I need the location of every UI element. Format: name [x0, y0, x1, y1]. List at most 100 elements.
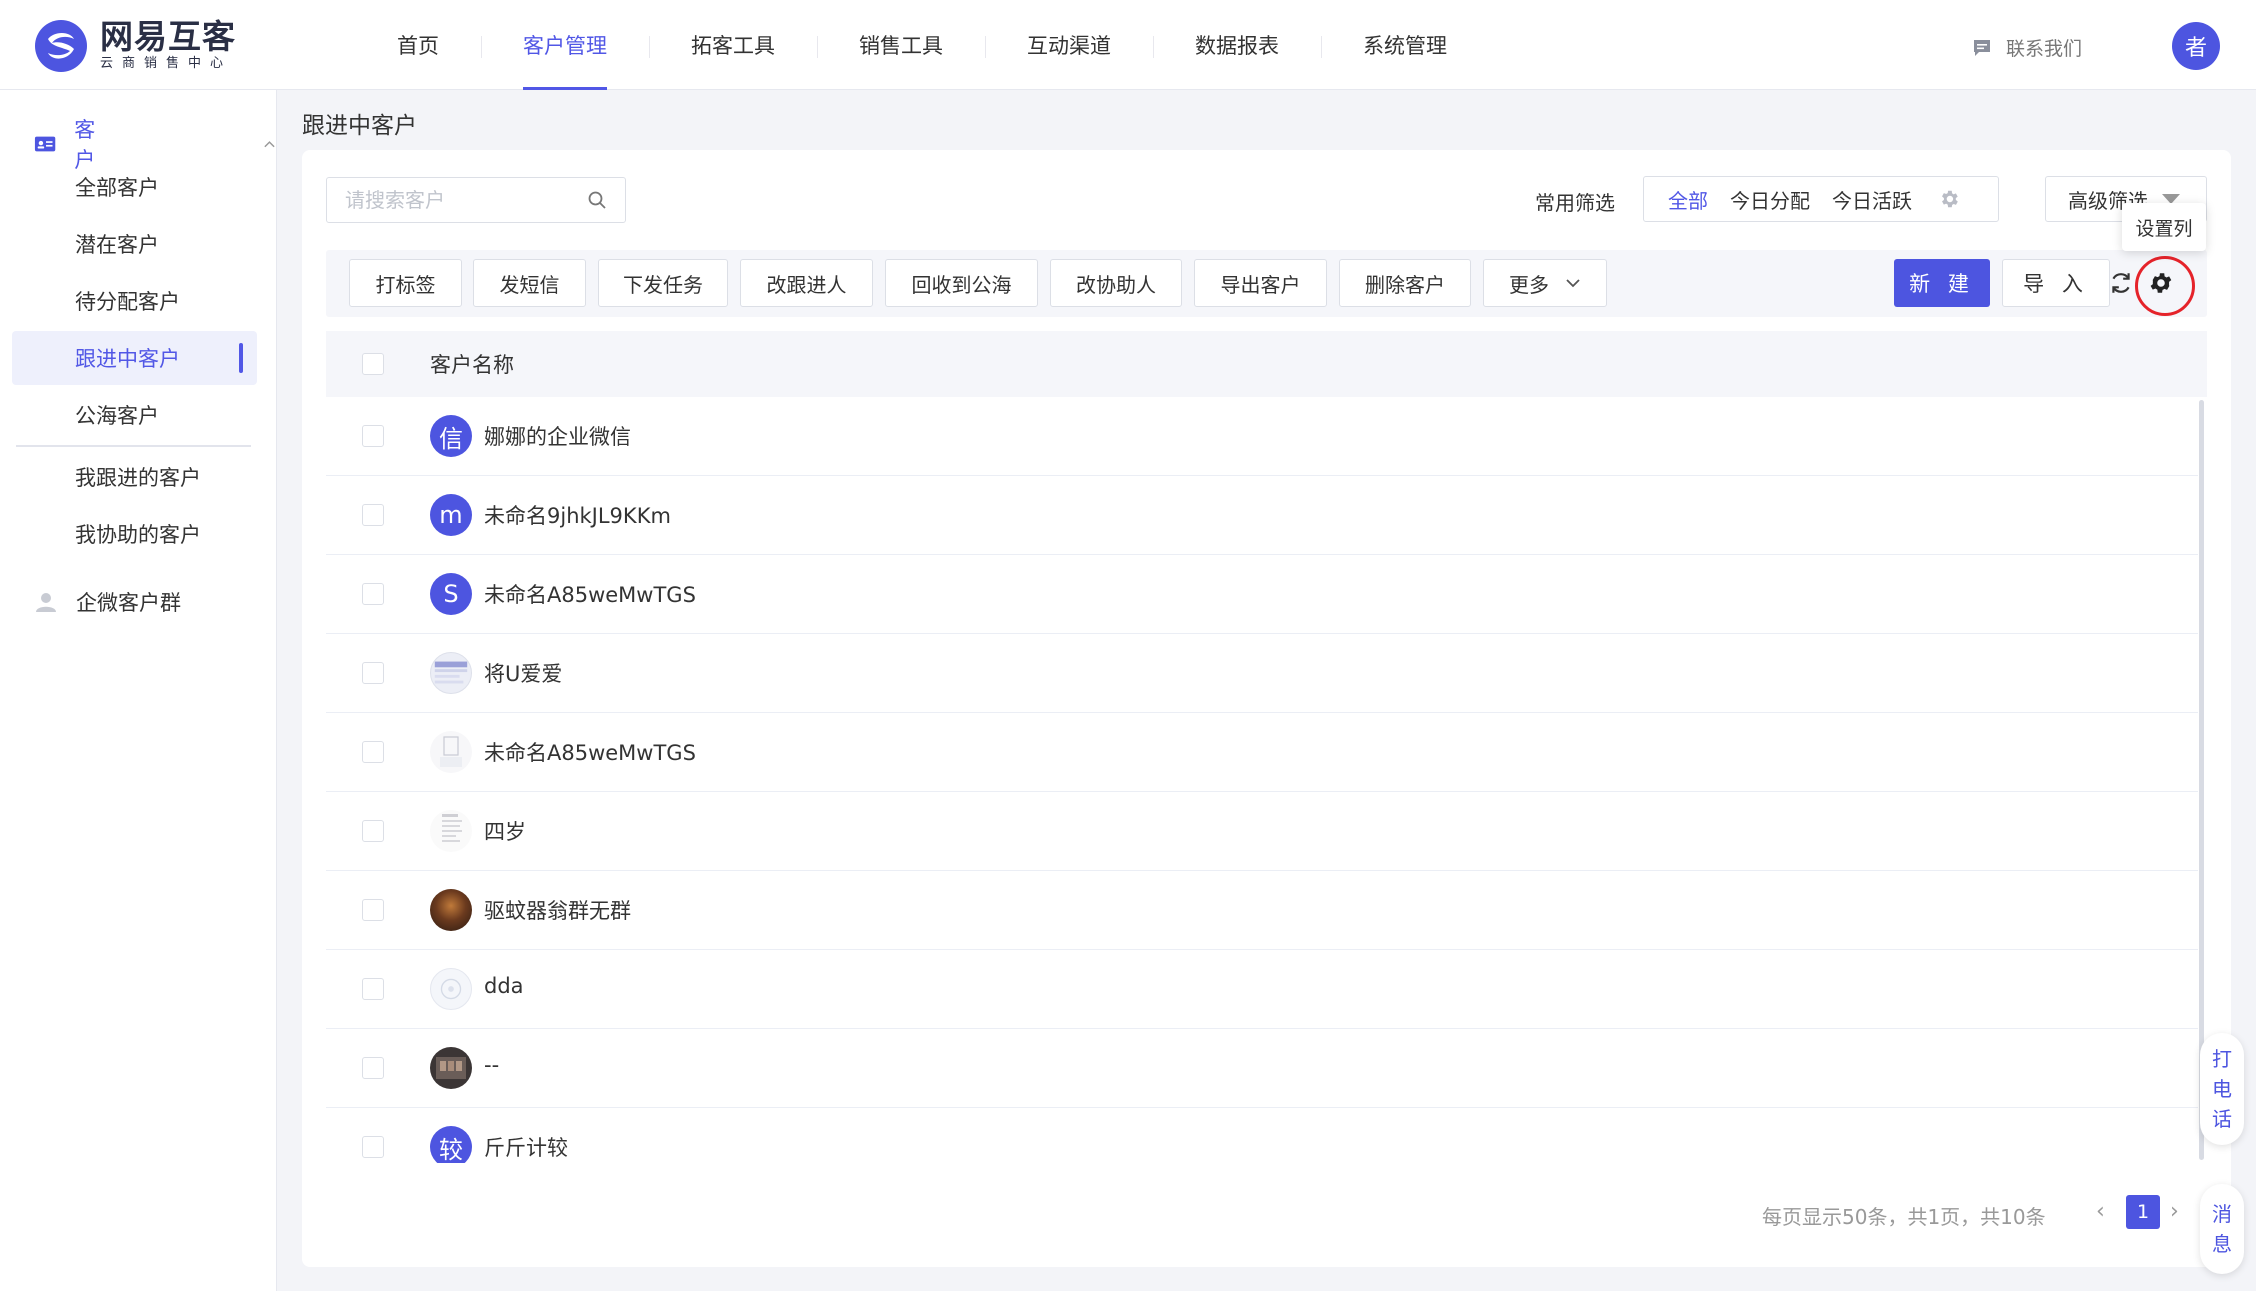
import-button[interactable]: 导 入	[2002, 259, 2110, 307]
message-floating-button[interactable]: 消 息	[2200, 1184, 2244, 1274]
customer-name[interactable]: 斤斤计较	[484, 1132, 568, 1162]
pagination-info: 每页显示50条，共1页，共10条	[1762, 1205, 2046, 1229]
call-floating-button[interactable]: 打 电 话	[2200, 1033, 2244, 1145]
column-header-customer-name: 客户名称	[430, 353, 514, 377]
row-checkbox[interactable]	[362, 1136, 384, 1158]
table-row[interactable]: 信 娜娜的企业微信	[326, 397, 2198, 476]
select-all-checkbox[interactable]	[362, 353, 384, 375]
nav-home[interactable]: 首页	[355, 0, 481, 90]
customer-name[interactable]: 娜娜的企业微信	[484, 421, 631, 451]
logo[interactable]: 网易互客 云商销售中心	[34, 18, 236, 74]
sidebar-item-following-customers[interactable]: 跟进中客户	[12, 331, 257, 385]
message-label-char: 消	[2212, 1202, 2232, 1226]
row-checkbox[interactable]	[362, 899, 384, 921]
search-input[interactable]	[345, 188, 575, 212]
next-page-icon[interactable]: ›	[2170, 1199, 2179, 1224]
filter-settings-icon[interactable]	[1938, 188, 1960, 210]
table-body: 信 娜娜的企业微信 m 未命名9jhkJL9KKm S 未命名A85weMwTG…	[0, 397, 2256, 1163]
change-assistant-button[interactable]: 改协助人	[1050, 259, 1182, 307]
change-follower-button[interactable]: 改跟进人	[740, 259, 873, 307]
chevron-up-icon	[264, 141, 275, 148]
table-row[interactable]: m 未命名9jhkJL9KKm	[326, 476, 2198, 555]
user-avatar[interactable]: 者	[2172, 22, 2220, 70]
customer-name[interactable]: --	[484, 1053, 499, 1077]
customer-name[interactable]: 将U爱爱	[484, 658, 562, 688]
table-row[interactable]: 未命名A85weMwTGS	[326, 713, 2198, 792]
search-icon[interactable]	[587, 190, 607, 210]
customer-avatar-image	[430, 810, 472, 852]
customer-avatar: 较	[430, 1126, 472, 1163]
table-row[interactable]: 驱蚊器翁群无群	[326, 871, 2198, 950]
sidebar-item-pending-assignment[interactable]: 待分配客户	[12, 274, 257, 328]
recycle-to-pool-button[interactable]: 回收到公海	[885, 259, 1038, 307]
filter-today-active[interactable]: 今日活跃	[1832, 185, 1912, 214]
delete-customers-button[interactable]: 删除客户	[1339, 259, 1471, 307]
customer-avatar-image	[430, 731, 472, 773]
row-checkbox[interactable]	[362, 425, 384, 447]
customer-name[interactable]: dda	[484, 974, 524, 998]
common-filter-group: 全部 今日分配 今日活跃	[1643, 176, 1999, 222]
call-label-char: 电	[2212, 1077, 2232, 1101]
row-checkbox[interactable]	[362, 820, 384, 842]
call-label-char: 打	[2212, 1047, 2232, 1071]
sidebar-item-all-customers[interactable]: 全部客户	[12, 160, 257, 214]
customer-name[interactable]: 未命名9jhkJL9KKm	[484, 500, 671, 530]
id-card-icon	[34, 136, 56, 152]
chat-icon	[1974, 39, 1990, 56]
row-checkbox[interactable]	[362, 741, 384, 763]
send-sms-button[interactable]: 发短信	[473, 259, 586, 307]
filter-today-assigned[interactable]: 今日分配	[1730, 185, 1810, 214]
contact-us-link[interactable]: 联系我们	[1972, 34, 2082, 61]
customer-avatar-image	[430, 889, 472, 931]
customer-avatar: S	[430, 573, 472, 615]
filter-all[interactable]: 全部	[1668, 185, 1708, 214]
highlight-circle	[2135, 256, 2195, 316]
new-customer-button[interactable]: 新 建	[1894, 259, 1990, 307]
main-nav: 首页 客户管理 拓客工具 销售工具 互动渠道 数据报表 系统管理	[355, 0, 1489, 90]
customer-name[interactable]: 四岁	[484, 816, 526, 846]
nav-interaction-channels[interactable]: 互动渠道	[985, 0, 1153, 90]
row-checkbox[interactable]	[362, 978, 384, 1000]
prev-page-icon[interactable]: ‹	[2096, 1199, 2105, 1224]
tag-button[interactable]: 打标签	[349, 259, 462, 307]
logo-name: 网易互客	[100, 17, 236, 56]
nav-acquisition-tools[interactable]: 拓客工具	[649, 0, 817, 90]
top-header: 网易互客 云商销售中心 首页 客户管理 拓客工具 销售工具 互动渠道 数据报表 …	[0, 0, 2256, 90]
customer-name[interactable]: 未命名A85weMwTGS	[484, 737, 696, 767]
search-box[interactable]	[326, 177, 626, 223]
logo-icon	[34, 19, 88, 73]
set-columns-tooltip: 设置列	[2122, 203, 2206, 251]
customer-name[interactable]: 未命名A85weMwTGS	[484, 579, 696, 609]
table-row[interactable]: S 未命名A85weMwTGS	[326, 555, 2198, 634]
table-row[interactable]: 较 斤斤计较	[326, 1108, 2198, 1163]
message-label-char: 息	[2212, 1232, 2232, 1256]
customer-avatar: m	[430, 494, 472, 536]
customer-avatar-image	[430, 1047, 472, 1089]
more-dropdown[interactable]: 更多	[1483, 259, 1607, 307]
export-customers-button[interactable]: 导出客户	[1194, 259, 1327, 307]
page-number-button[interactable]: 1	[2126, 1195, 2160, 1229]
chevron-down-icon	[1566, 279, 1580, 288]
customer-name[interactable]: 驱蚊器翁群无群	[484, 895, 631, 925]
nav-customer-management[interactable]: 客户管理	[481, 0, 649, 90]
table-row[interactable]: dda	[326, 950, 2198, 1029]
table-header: 客户名称	[326, 331, 2207, 397]
logo-subtitle: 云商销售中心	[100, 56, 233, 71]
more-label: 更多	[1509, 272, 1549, 297]
row-checkbox[interactable]	[362, 662, 384, 684]
sidebar-item-potential-customers[interactable]: 潜在客户	[12, 217, 257, 271]
page-title: 跟进中客户	[302, 113, 417, 139]
row-checkbox[interactable]	[362, 583, 384, 605]
nav-sales-tools[interactable]: 销售工具	[817, 0, 985, 90]
nav-system-management[interactable]: 系统管理	[1321, 0, 1489, 90]
table-row[interactable]: 将U爱爱	[326, 634, 2198, 713]
customer-avatar-image	[430, 968, 472, 1010]
table-row[interactable]: --	[326, 1029, 2198, 1108]
assign-task-button[interactable]: 下发任务	[598, 259, 728, 307]
nav-data-reports[interactable]: 数据报表	[1153, 0, 1321, 90]
table-row[interactable]: 四岁	[326, 792, 2198, 871]
row-checkbox[interactable]	[362, 1057, 384, 1079]
row-checkbox[interactable]	[362, 504, 384, 526]
refresh-icon[interactable]	[2108, 270, 2134, 296]
contact-us-label: 联系我们	[2006, 38, 2083, 60]
